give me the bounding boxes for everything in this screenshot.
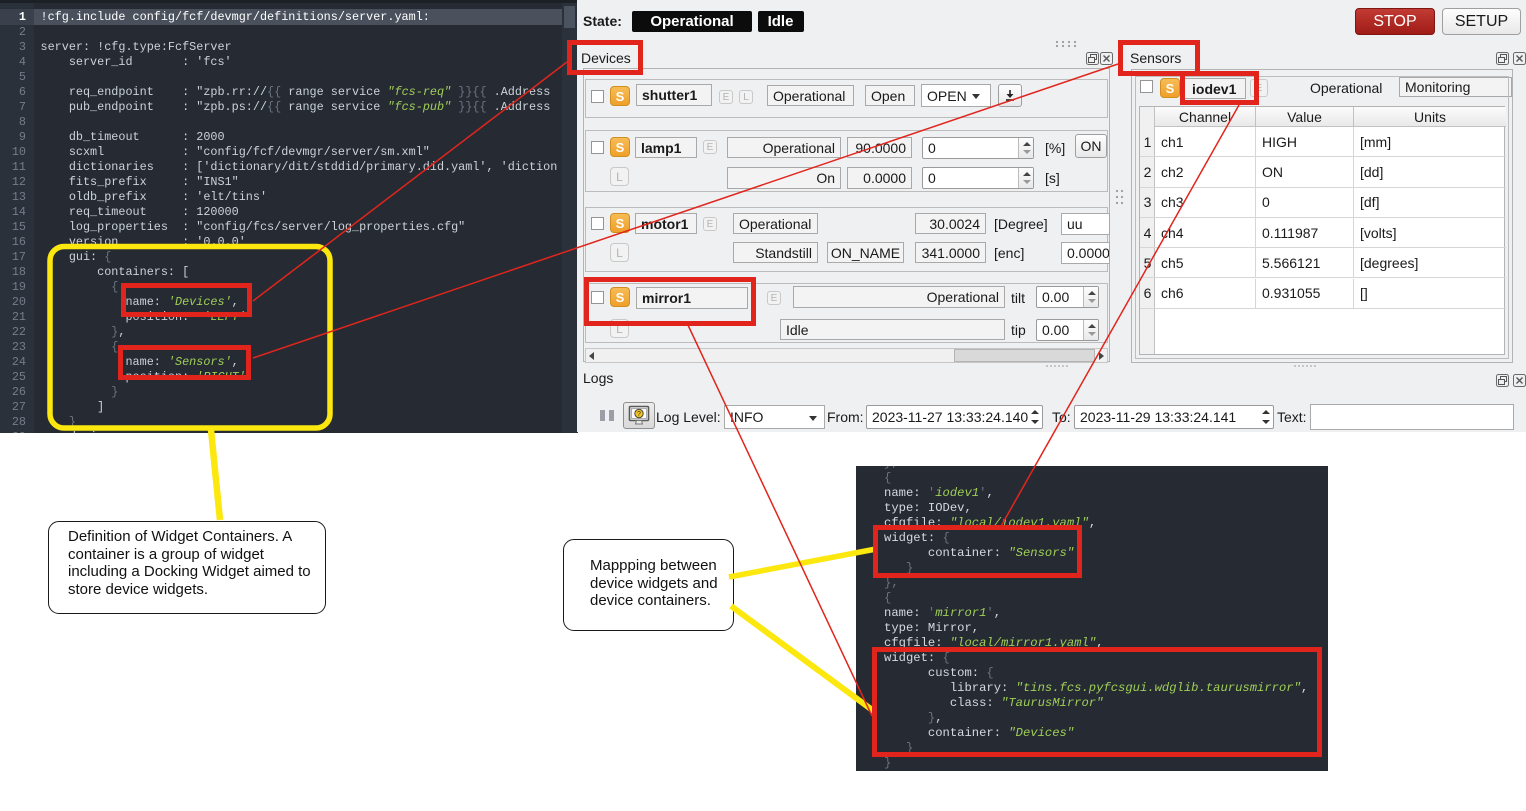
svg-text:?: ? xyxy=(637,411,641,418)
